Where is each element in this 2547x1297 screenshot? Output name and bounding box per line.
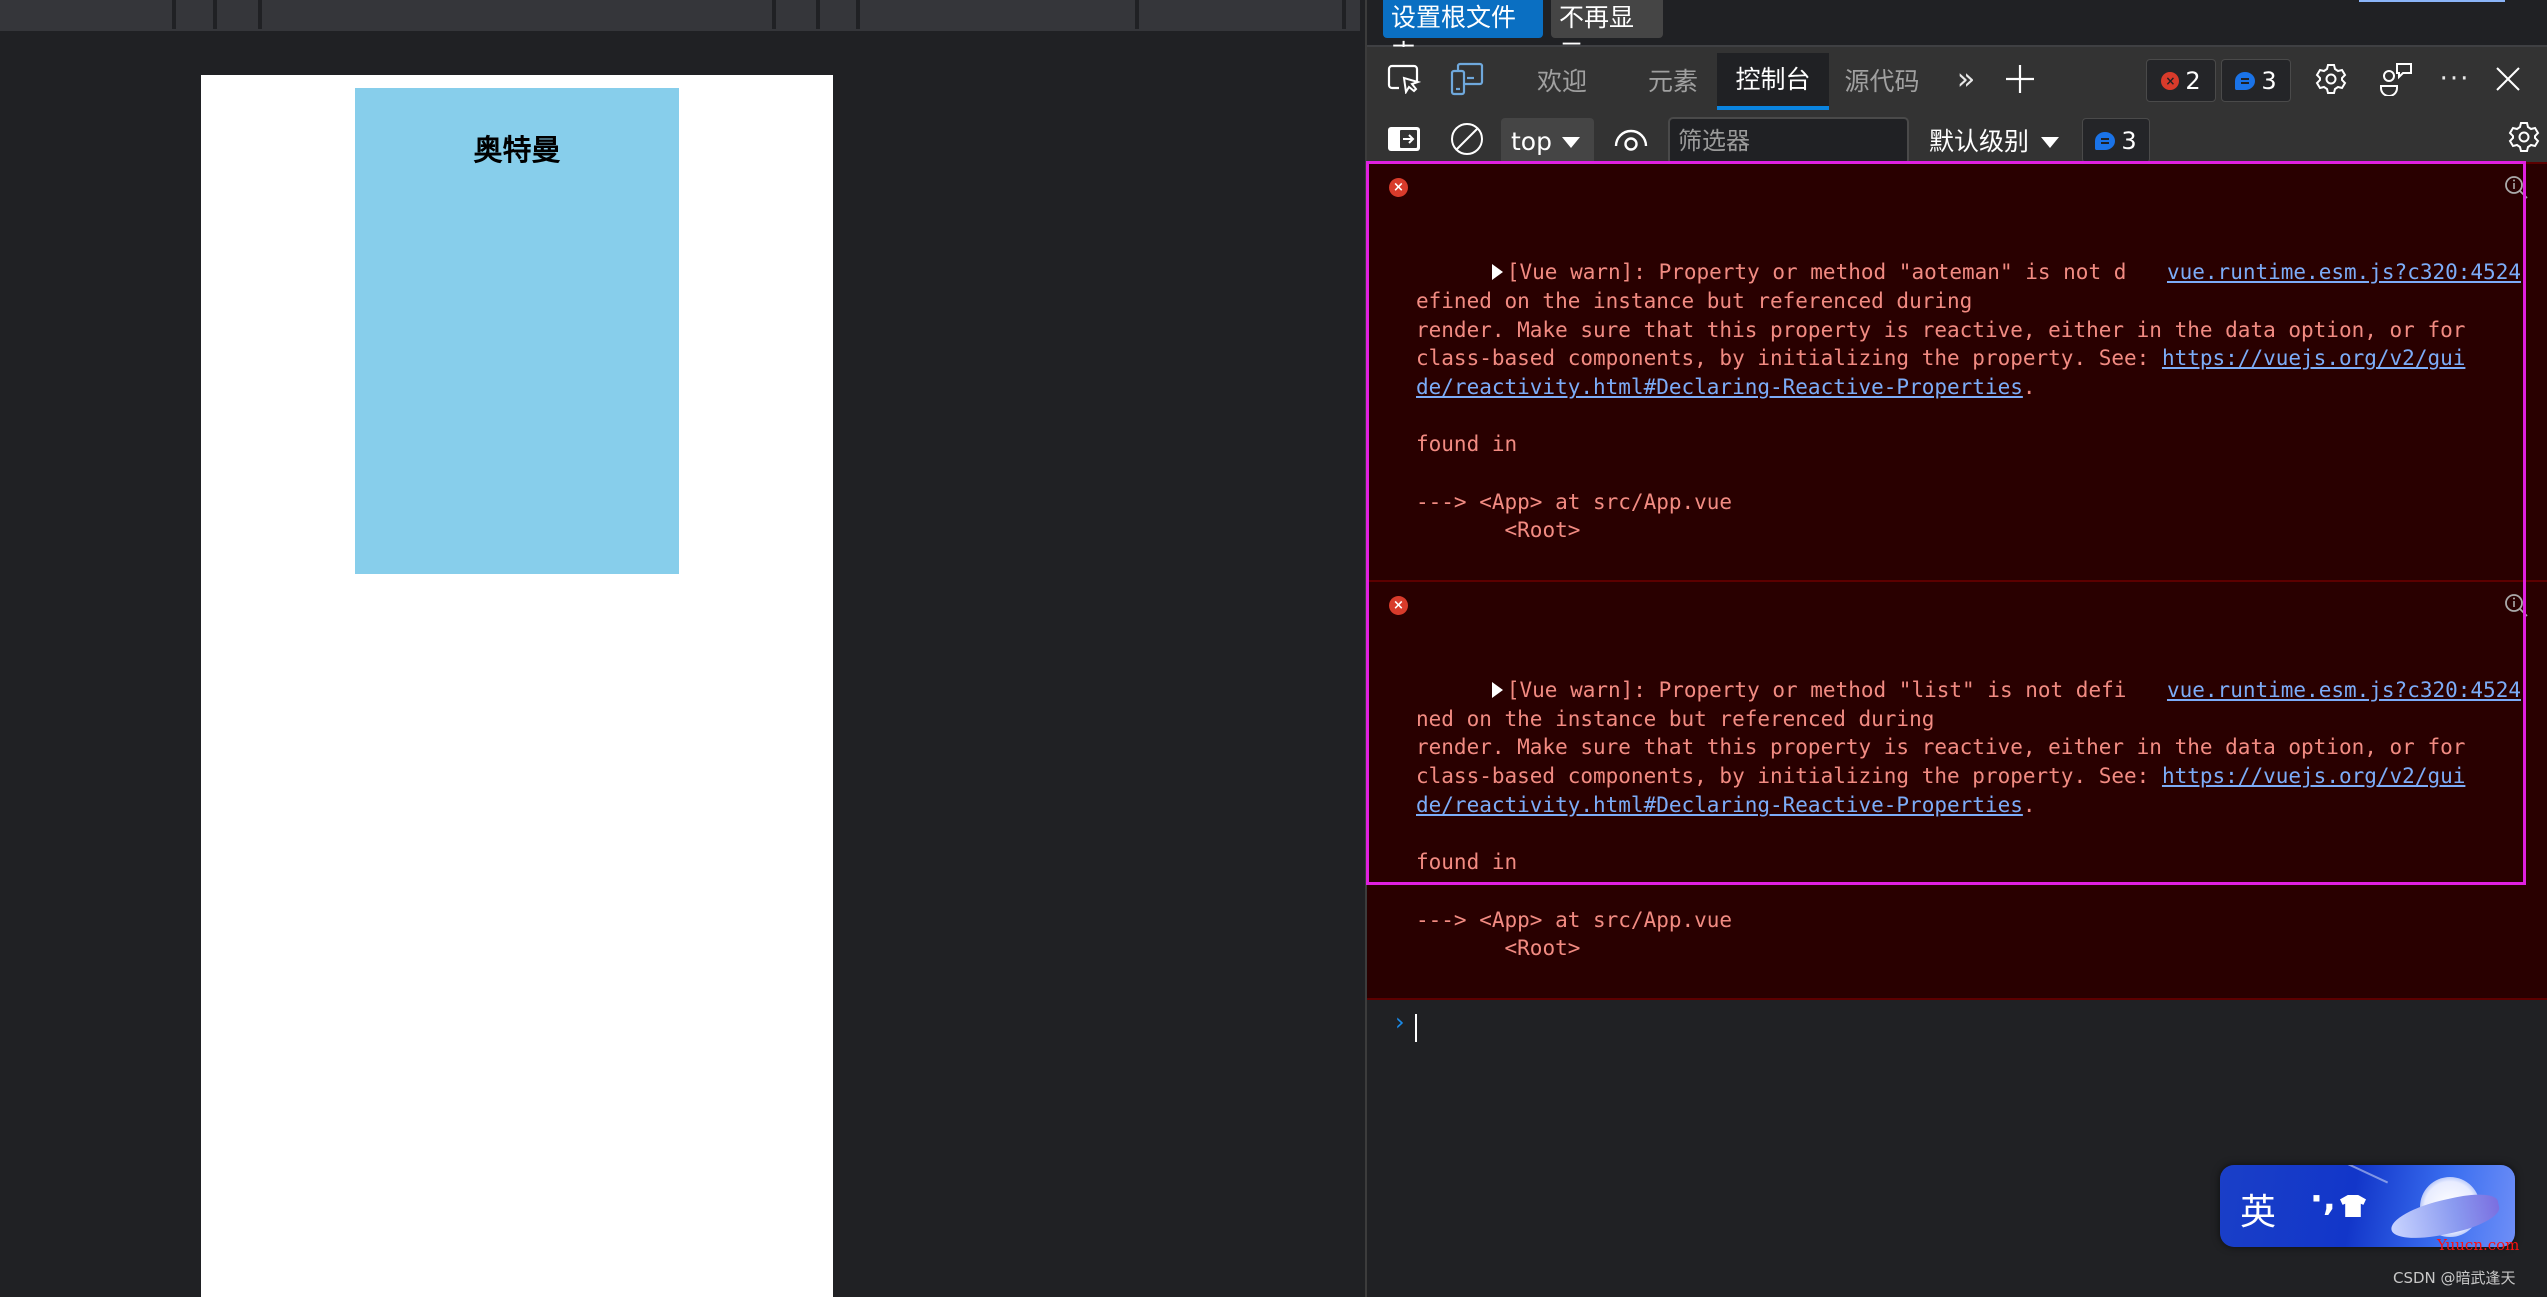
toolbar-divider xyxy=(856,0,860,29)
dropdown-arrow-icon xyxy=(1562,137,1580,148)
live-expression-eye-icon[interactable] xyxy=(1614,122,1648,156)
set-root-folder-button[interactable]: 设置根文件夹 xyxy=(1383,0,1543,68)
toolbar-divider xyxy=(258,0,262,29)
log-level-value: 默认级别 xyxy=(1929,127,2030,156)
text-cursor xyxy=(1415,1013,1417,1042)
search-source-icon[interactable] xyxy=(2503,174,2529,200)
console-prompt-input[interactable]: › xyxy=(1367,1006,2547,1046)
toolbar-divider xyxy=(213,0,217,29)
author-watermark: CSDN @暗武逢天 xyxy=(2393,1269,2516,1287)
devtools-panel: 设置根文件夹 不再显示 欢迎 元素 控制台 源代码 » × 2 3 xyxy=(1365,0,2547,1297)
toolbar-divider xyxy=(172,0,176,29)
ultraman-card: 奥特曼 xyxy=(355,88,679,574)
log-level-selector[interactable]: 默认级别 xyxy=(1929,118,2060,165)
context-selector[interactable]: top xyxy=(1501,118,1594,165)
web-page: 奥特曼 xyxy=(201,75,833,1297)
link-underline xyxy=(2359,0,2505,2)
ime-punctuation-mode[interactable]: ·, xyxy=(2310,1179,2336,1219)
console-settings-gear-icon[interactable] xyxy=(2507,120,2541,154)
toolbar-divider xyxy=(1135,0,1139,29)
tab-sources[interactable]: 源代码 xyxy=(1837,53,1927,110)
close-devtools-icon[interactable] xyxy=(2491,62,2525,96)
notification-bar: 设置根文件夹 不再显示 xyxy=(1367,0,2547,68)
dont-show-again-button[interactable]: 不再显示 xyxy=(1551,0,1663,68)
expand-triangle-icon[interactable] xyxy=(1491,264,1503,281)
console-toolbar: top 默认级别 3 xyxy=(1367,110,2547,165)
info-count: 3 xyxy=(2261,66,2277,95)
console-output: × vue.runtime.esm.js?c320:4524 [Vue warn]… xyxy=(1366,161,2547,1297)
feedback-icon[interactable] xyxy=(2379,62,2413,96)
site-watermark: Yuucn.com xyxy=(2437,1236,2520,1254)
add-tab-plus-icon[interactable] xyxy=(2003,62,2037,96)
inspect-element-icon[interactable] xyxy=(1387,62,1421,96)
card-title: 奥特曼 xyxy=(473,133,561,167)
more-options-ellipsis-icon[interactable]: ··· xyxy=(2438,62,2472,96)
issues-count: 3 xyxy=(2121,126,2137,155)
device-emulation-icon[interactable] xyxy=(1450,62,1484,96)
source-link[interactable]: vue.runtime.esm.js?c320:4524 xyxy=(2167,676,2521,705)
search-source-icon[interactable] xyxy=(2503,592,2529,618)
decorative-streak xyxy=(2341,1165,2389,1184)
toolbar-divider xyxy=(816,0,820,29)
tab-welcome[interactable]: 欢迎 xyxy=(1517,53,1607,110)
tab-console[interactable]: 控制台 xyxy=(1717,53,1829,110)
tab-elements[interactable]: 元素 xyxy=(1628,53,1718,110)
issues-count-badge[interactable]: 3 xyxy=(2082,118,2150,163)
expand-triangle-icon[interactable] xyxy=(1491,681,1503,698)
message-icon xyxy=(2095,131,2116,150)
message-text-tail: . found in ---> <App> at src/App.vue <Ro… xyxy=(1416,374,2036,543)
message-text-tail: . found in ---> <App> at src/App.vue <Ro… xyxy=(1416,792,2036,961)
clear-console-icon[interactable] xyxy=(1450,122,1484,156)
error-icon: × xyxy=(1389,178,1408,197)
message-icon xyxy=(2235,71,2256,90)
console-error-message: × vue.runtime.esm.js?c320:4524 [Vue warn]… xyxy=(1367,581,2547,1000)
ime-skin-shirt-icon[interactable] xyxy=(2340,1195,2366,1217)
console-error-message: × vue.runtime.esm.js?c320:4524 [Vue warn]… xyxy=(1367,162,2547,582)
ime-status-widget[interactable]: 英 ·, xyxy=(2220,1165,2515,1247)
ime-language-mode[interactable]: 英 xyxy=(2240,1183,2276,1235)
info-count-badge[interactable]: 3 xyxy=(2221,59,2291,102)
show-sidebar-icon[interactable] xyxy=(1387,122,1421,156)
error-icon: × xyxy=(2161,71,2180,90)
prompt-chevron-icon: › xyxy=(1395,1007,1405,1036)
source-link[interactable]: vue.runtime.esm.js?c320:4524 xyxy=(2167,258,2521,287)
error-count: 2 xyxy=(2185,66,2201,95)
console-filter-input[interactable] xyxy=(1668,117,1909,165)
settings-gear-icon[interactable] xyxy=(2314,62,2348,96)
browser-viewport: 奥特曼 xyxy=(0,0,1365,1297)
error-icon: × xyxy=(1389,595,1408,615)
device-toolbar xyxy=(0,0,1360,31)
toolbar-divider xyxy=(772,0,776,29)
context-value: top xyxy=(1511,127,1552,156)
toolbar-divider xyxy=(1342,0,1346,29)
more-tabs-chevrons-icon[interactable]: » xyxy=(1949,62,1983,97)
error-count-badge[interactable]: × 2 xyxy=(2146,59,2216,102)
dropdown-arrow-icon xyxy=(2041,137,2060,148)
devtools-tab-bar: 欢迎 元素 控制台 源代码 » × 2 3 ··· xyxy=(1367,47,2547,110)
